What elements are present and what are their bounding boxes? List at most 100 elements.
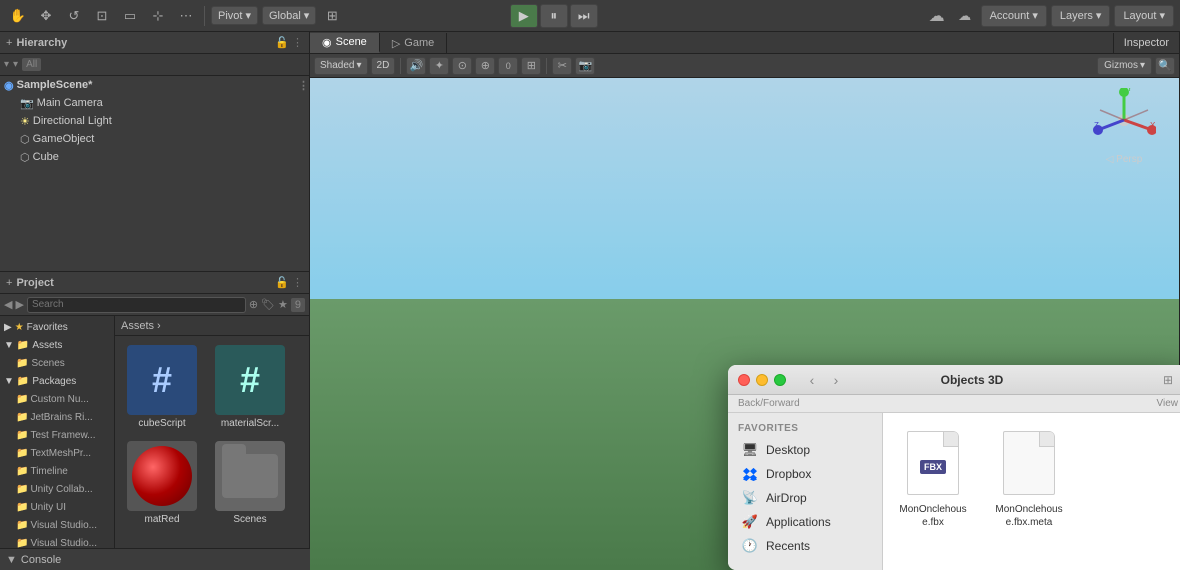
window-close-btn[interactable] [738, 374, 750, 386]
unity-collab-tree-item[interactable]: 📁Unity Collab... [0, 480, 114, 498]
hierarchy-filter-icon[interactable]: ▾ [13, 59, 18, 70]
scene-menu-icon[interactable]: ⋮ [298, 79, 309, 92]
custom-nu-tree-item[interactable]: 📁Custom Nu... [0, 390, 114, 408]
finder-sidebar-dropbox[interactable]: Dropbox [732, 462, 878, 486]
scissors-btn[interactable]: ✂ [552, 57, 572, 75]
finder-view-btn[interactable]: ⊞ [1158, 370, 1178, 390]
asset-item-scenes[interactable]: Scenes [209, 438, 291, 528]
asset-item-materialscript[interactable]: # materialScr... [209, 342, 291, 432]
finder-title: Objects 3D [792, 373, 1152, 387]
project-star-icon[interactable]: ★ [278, 298, 288, 311]
finder-sidebar-recents[interactable]: 🕐 Recents [732, 534, 878, 558]
fbx-filename: MonOnclehouse.fbx [897, 503, 969, 529]
timeline-tree-item[interactable]: 📁Timeline [0, 462, 114, 480]
scene-item[interactable]: ◉ SampleScene* ⋮ [0, 76, 309, 94]
scenes-tree-item[interactable]: 📁 Scenes [0, 354, 114, 372]
hierarchy-lock-icon[interactable]: 🔓 [275, 36, 289, 49]
rect-tool-btn[interactable]: ▭ [118, 4, 142, 28]
matred-thumbnail [127, 441, 197, 511]
project-filter1-icon[interactable]: ⊕ [249, 298, 258, 311]
unity-ui-tree-item[interactable]: 📁Unity UI [0, 498, 114, 516]
scene-tab[interactable]: ◉ Scene [310, 33, 380, 53]
overlay-btn[interactable]: ⊞ [521, 57, 541, 75]
hierarchy-item-directional-light[interactable]: ☀ Directional Light [0, 112, 309, 130]
gameobject-label: GameObject [33, 133, 95, 145]
pivot-dropdown[interactable]: Pivot ▾ [211, 6, 258, 25]
account-button[interactable]: Account ▾ [981, 5, 1047, 27]
global-dropdown[interactable]: Global ▾ [262, 6, 316, 25]
scene-tabs: ◉ Scene ▷ Game Inspector [310, 32, 1179, 54]
hierarchy-item-gameobject[interactable]: ⬡ GameObject [0, 130, 309, 148]
matred-label: matRed [144, 514, 179, 525]
step-button[interactable]: ⏭ [570, 4, 598, 28]
finder-sidebar-desktop[interactable]: 🖥 Desktop [732, 438, 878, 462]
toolbar-sep [400, 58, 401, 74]
project-count-badge: 9 [291, 298, 305, 312]
play-button[interactable]: ▶ [510, 4, 538, 28]
audio-btn[interactable]: 🔊 [406, 57, 426, 75]
fbx-doc: FBX [907, 431, 959, 495]
asset-item-cubescript[interactable]: # cubeScript [121, 342, 203, 432]
grid-btn[interactable]: ⊕ [475, 57, 495, 75]
test-framework-tree-item[interactable]: 📁Test Framew... [0, 426, 114, 444]
project-search-input[interactable] [27, 297, 246, 313]
hand-tool-btn[interactable]: ✋ [6, 4, 30, 28]
finder-file-fbx[interactable]: FBX MonOnclehouse.fbx [893, 423, 973, 533]
layout-button[interactable]: Layout ▾ [1114, 5, 1174, 27]
shaded-dropdown[interactable]: Shaded ▾ [314, 57, 368, 75]
jetbrains-tree-item[interactable]: 📁JetBrains Ri... [0, 408, 114, 426]
console-toggle-btn[interactable]: ▼ [6, 554, 17, 566]
search-scene-btn[interactable]: 🔍 [1155, 57, 1175, 75]
effect-btn[interactable]: ✦ [429, 57, 449, 75]
transform-tool-btn[interactable]: ⊹ [146, 4, 170, 28]
inspector-tab[interactable]: Inspector [1113, 33, 1179, 53]
packages-tree-item[interactable]: ▼ 📁 Packages [0, 372, 114, 390]
finder-sidebar-airdrop[interactable]: 📡 AirDrop [732, 486, 878, 510]
collab-status-icon[interactable]: ☁ [953, 4, 977, 28]
textmesh-tree-item[interactable]: 📁TextMeshPr... [0, 444, 114, 462]
finder-sidebar-applications[interactable]: 🚀 Applications [732, 510, 878, 534]
hierarchy-menu-icon[interactable]: ⋮ [292, 36, 303, 49]
twod-btn[interactable]: 2D [371, 57, 396, 75]
back-forward-label: Back/Forward [738, 398, 800, 409]
project-toolbar: ◀ ▶ ⊕ 🏷 ★ 9 [0, 294, 309, 316]
breadcrumb-assets[interactable]: Assets [121, 320, 154, 332]
scene-name: SampleScene* [17, 79, 93, 91]
persp-label[interactable]: ◁ Persp [1106, 154, 1143, 165]
favorites-item[interactable]: ▶ ★ Favorites [0, 318, 114, 336]
gizmos-dropdown[interactable]: Gizmos ▾ [1097, 57, 1152, 75]
window-minimize-btn[interactable] [756, 374, 768, 386]
hierarchy-item-cube[interactable]: ⬡ Cube [0, 148, 309, 166]
number-btn[interactable]: 0 [498, 57, 518, 75]
asset-item-matred[interactable]: matRed [121, 438, 203, 528]
hierarchy-all-btn[interactable]: All [22, 58, 41, 71]
gizmo-widget[interactable]: Y X Z ◁ Persp [1089, 88, 1159, 168]
assets-tree-item[interactable]: ▼ 📁 Assets [0, 336, 114, 354]
scale-tool-btn[interactable]: ⊡ [90, 4, 114, 28]
hierarchy-add-btn[interactable]: + [6, 37, 12, 49]
project-back-btn[interactable]: ◀ [4, 298, 12, 311]
camera-preview-btn[interactable]: 📷 [575, 57, 595, 75]
finder-titlebar: ‹ › Objects 3D ⊞ [728, 365, 1180, 395]
project-add-btn[interactable]: + [6, 277, 12, 289]
finder-file-meta[interactable]: MonOnclehouse.fbx.meta [989, 423, 1069, 533]
hierarchy-dropdown-icon[interactable]: ▾ [4, 59, 9, 70]
project-tree: ▶ ★ Favorites ▼ 📁 Assets 📁 Scenes ▼ [0, 316, 115, 570]
pause-button[interactable]: ⏸ [540, 4, 568, 28]
hierarchy-item-main-camera[interactable]: 📷 Main Camera [0, 94, 309, 112]
project-fwd-btn[interactable]: ▶ [15, 298, 23, 311]
project-filter2-icon[interactable]: 🏷 [261, 298, 275, 311]
custom-tool-btn[interactable]: ⋯ [174, 4, 198, 28]
layers-button[interactable]: Layers ▾ [1051, 5, 1111, 27]
cloud-collab-icon[interactable]: ☁ [925, 4, 949, 28]
layout-icon-btn[interactable]: ⊞ [320, 4, 344, 28]
project-menu-icon[interactable]: ⋮ [292, 276, 303, 289]
game-tab[interactable]: ▷ Game [380, 33, 447, 53]
camera-icon: 📷 [20, 97, 34, 110]
visual-studio1-tree-item[interactable]: 📁Visual Studio... [0, 516, 114, 534]
window-maximize-btn[interactable] [774, 374, 786, 386]
move-tool-btn[interactable]: ✥ [34, 4, 58, 28]
project-lock-icon[interactable]: 🔓 [275, 276, 289, 289]
scene-cam-btn[interactable]: ⊙ [452, 57, 472, 75]
rotate-tool-btn[interactable]: ↺ [62, 4, 86, 28]
